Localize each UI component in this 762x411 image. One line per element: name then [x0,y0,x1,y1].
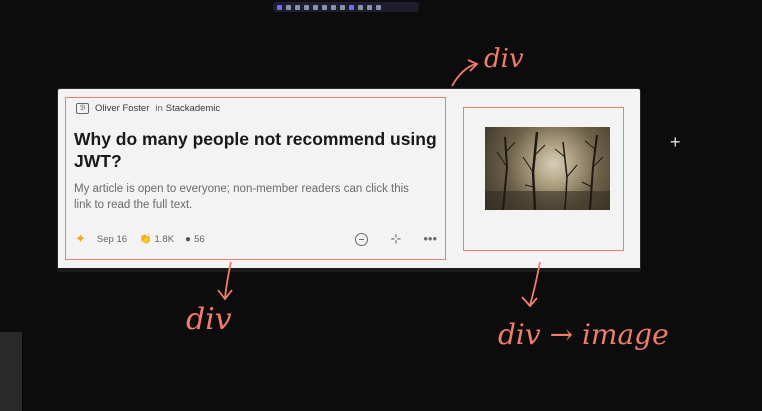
tool-hand-icon[interactable] [286,4,291,10]
plus-cursor-icon: + [670,132,681,152]
tool-pen-icon[interactable] [340,4,345,10]
tool-arrow-icon[interactable] [322,4,327,10]
tool-diamond-icon[interactable] [313,4,318,10]
drawing-toolbar [273,2,419,12]
tool-ellipse-icon[interactable] [304,4,309,10]
thumbnail-branches [485,131,610,210]
author-row: ℬ Oliver Foster in Stackademic [76,101,220,115]
webcam-thumbnail [0,332,22,411]
annotation-div-top: div [484,44,524,74]
tool-image-icon[interactable] [358,4,363,10]
card-bottom-divider [58,268,640,272]
show-less-icon[interactable] [355,232,369,246]
article-thumbnail-image[interactable] [485,127,610,210]
annotation-div-left: div [186,302,232,337]
clap-count: 1.8K [154,233,175,245]
publication-name[interactable]: Stackademic [166,103,220,114]
tool-rect-icon[interactable] [295,4,300,10]
annotation-div-image: div → image [498,318,669,351]
comment-count: 56 [194,233,205,245]
author-name[interactable]: Oliver Foster [95,103,149,114]
author-in-label: in [155,102,163,114]
tool-eraser-icon[interactable] [367,4,372,10]
article-actions: ⊹ ••• [355,232,443,246]
member-star-icon: ✦ [75,231,86,246]
article-title[interactable]: Why do many people not recommend using J… [74,128,454,172]
more-options-icon[interactable]: ••• [423,232,437,246]
tool-select-icon[interactable] [277,4,282,10]
comment-icon: ● [185,233,192,245]
article-card[interactable]: ℬ Oliver Foster in Stackademic Why do ma… [58,89,640,271]
tool-line-icon[interactable] [331,4,336,10]
publication-avatar[interactable]: ℬ [76,102,89,114]
tool-text-icon[interactable] [349,4,354,10]
article-subtitle[interactable]: My article is open to everyone; non-memb… [74,181,424,213]
publish-date: Sep 16 [96,233,128,245]
bookmark-add-icon[interactable]: ⊹ [390,232,401,246]
article-meta: ✦ Sep 16 👏 1.8K ● 56 ⊹ ••• [75,231,443,246]
tool-more-icon[interactable] [376,4,381,10]
clap-icon: 👏 [139,233,152,245]
